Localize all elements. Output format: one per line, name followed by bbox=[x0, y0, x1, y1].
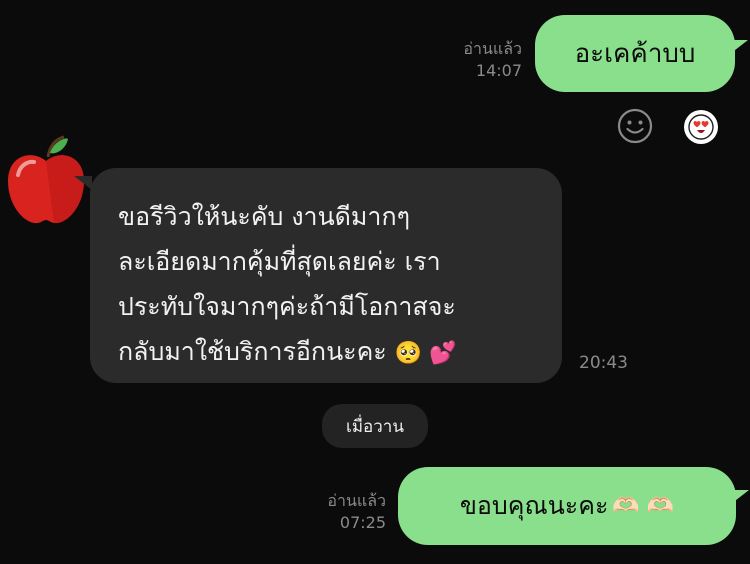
message-time: 07:25 bbox=[339, 513, 386, 532]
heart-eyes-emoji-icon bbox=[688, 114, 714, 140]
add-reaction-button[interactable] bbox=[615, 106, 655, 146]
message-text: อะเคค้าบบ bbox=[574, 39, 696, 69]
read-receipt: อ่านแล้ว 07:25 bbox=[294, 490, 386, 534]
bubble-tail bbox=[74, 176, 92, 190]
read-label: อ่านแล้ว bbox=[327, 491, 386, 510]
message-line: ประทับใจมากๆค่ะถ้ามีโอกาสจะ bbox=[118, 292, 456, 321]
read-label: อ่านแล้ว bbox=[463, 39, 522, 58]
bubble-tail bbox=[730, 40, 748, 54]
read-receipt: อ่านแล้ว 14:07 bbox=[430, 38, 522, 82]
message-time: 14:07 bbox=[475, 61, 522, 80]
message-text: ขอบคุณนะคะ bbox=[459, 491, 609, 520]
outgoing-message-bubble[interactable]: ขอบคุณนะคะ 🫶🏻 🫶🏻 bbox=[398, 467, 736, 545]
message-line: กลับมาใช้บริการอีกนะคะ bbox=[118, 337, 387, 366]
pleading-face-and-hearts-emoji: 🥺 💕 bbox=[394, 341, 457, 366]
bubble-tail bbox=[731, 490, 749, 504]
heart-hands-emoji: 🫶🏻 🫶🏻 bbox=[612, 493, 675, 519]
incoming-message-bubble[interactable]: ขอรีวิวให้นะคับ งานดีมากๆ ละเอียดมากคุ้ม… bbox=[90, 168, 562, 383]
smiley-face-icon bbox=[617, 108, 653, 144]
message-time: 20:43 bbox=[579, 353, 628, 373]
message-line-with-emoji: กลับมาใช้บริการอีกนะคะ 🥺 💕 bbox=[118, 329, 542, 376]
message-line: ละเอียดมากคุ้มที่สุดเลยค่ะ เรา bbox=[118, 247, 441, 276]
reaction-heart-eyes[interactable] bbox=[684, 110, 718, 144]
outgoing-message-bubble[interactable]: อะเคค้าบบ bbox=[535, 15, 735, 92]
date-separator-label: เมื่อวาน bbox=[346, 416, 404, 437]
message-line: ขอรีวิวให้นะคับ งานดีมากๆ bbox=[118, 202, 411, 231]
date-separator: เมื่อวาน bbox=[322, 404, 428, 448]
